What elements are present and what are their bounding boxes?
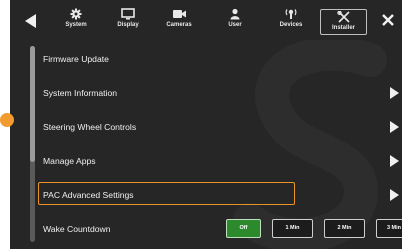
devices-icon [285,9,297,19]
tab-display[interactable]: Display [102,8,154,38]
play-arrow-icon [390,121,399,133]
wake-option-off[interactable]: Off [226,219,261,238]
camera-icon [172,10,186,18]
tab-devices[interactable]: Devices [265,8,317,38]
tab-display-label: Display [117,22,139,28]
menu-item-pac-advanced-settings[interactable]: PAC Advanced Settings [38,181,399,209]
menu-item-manage-apps[interactable]: Manage Apps [43,147,399,175]
play-arrow-icon [390,87,399,99]
screen: System Display Cameras User Devices Inst… [10,0,402,249]
callout-marker [0,113,14,127]
scrollbar[interactable] [30,46,35,242]
tab-system-label: System [65,22,87,28]
tab-user-label: User [228,22,242,28]
menu-item-label: System Information [43,88,118,98]
tab-cameras-label: Cameras [166,22,192,28]
user-icon [230,8,240,20]
gear-icon [70,8,82,20]
menu-item-label: Firmware Update [43,54,109,64]
wake-option-3-min[interactable]: 3 Min [376,219,402,238]
menu-item-label: Steering Wheel Controls [43,122,137,132]
menu-item-wake-countdown: Wake Countdown Off 1 Min 2 Min 3 Min [43,215,402,243]
tools-icon [336,11,350,23]
play-arrow-icon [390,189,399,201]
tab-system[interactable]: System [50,8,102,38]
tab-user[interactable]: User [209,8,261,38]
menu-item-label: Wake Countdown [43,224,111,234]
back-arrow-icon[interactable] [22,12,40,30]
tab-devices-label: Devices [279,22,303,28]
menu-item-system-information[interactable]: System Information [43,79,399,107]
monitor-icon [121,8,135,20]
tab-installer[interactable]: Installer [320,9,367,35]
wake-option-1-min[interactable]: 1 Min [272,219,313,238]
tab-installer-label: Installer [331,25,355,31]
wake-option-2-min[interactable]: 2 Min [324,219,365,238]
menu-item-firmware-update[interactable]: Firmware Update [43,45,393,73]
scroll-thumb[interactable] [30,46,35,162]
tab-cameras[interactable]: Cameras [153,8,205,38]
menu-item-steering-wheel-controls[interactable]: Steering Wheel Controls [43,113,399,141]
play-arrow-icon [390,155,399,167]
top-bar: System Display Cameras User Devices Inst… [10,0,402,40]
menu-item-label: PAC Advanced Settings [43,190,134,200]
menu-item-label: Manage Apps [43,156,96,166]
close-icon[interactable] [381,13,395,27]
